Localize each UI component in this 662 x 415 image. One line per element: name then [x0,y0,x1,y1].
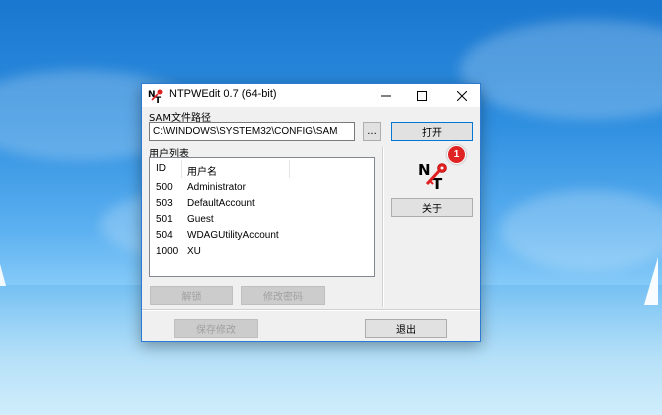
browse-button[interactable]: ... [363,122,381,141]
vertical-divider [382,147,384,307]
user-name: Administrator [187,182,246,193]
sailboat-image-left [0,264,6,286]
maximize-icon [417,90,427,101]
user-list[interactable]: ID 用户名 500 Administrator 503 DefaultAcco… [149,157,375,277]
table-row[interactable]: 503 DefaultAccount [150,197,374,213]
change-password-button[interactable]: 修改密码 [241,286,325,305]
user-list-header: ID 用户名 [150,158,374,180]
table-row[interactable]: 500 Administrator [150,181,374,197]
user-id: 504 [156,230,173,241]
user-name: Guest [187,214,214,225]
svg-text:N: N [418,161,431,179]
user-name: XU [187,246,201,257]
user-id: 501 [156,214,173,225]
column-header-username[interactable]: 用户名 [187,163,217,178]
minimize-button[interactable] [368,84,404,107]
table-row[interactable]: 504 WDAGUtilityAccount [150,229,374,245]
svg-text:T: T [155,96,162,104]
table-row[interactable]: 501 Guest [150,213,374,229]
sam-path-input[interactable]: C:\WINDOWS\SYSTEM32\CONFIG\SAM [149,122,355,141]
user-id: 1000 [156,246,179,257]
title-bar[interactable]: N T NTPWEdit 0.7 (64-bit) [142,84,480,107]
column-header-id[interactable]: ID [156,163,166,174]
table-row[interactable]: 1000 XU [150,245,374,261]
user-id: 500 [156,182,173,193]
save-changes-button[interactable]: 保存修改 [174,319,258,338]
exit-button[interactable]: 退出 [365,319,447,338]
ntpwedit-logo: N T [418,161,447,191]
horizontal-divider [142,309,480,311]
notification-badge: 1 [447,145,466,164]
close-icon [457,90,467,101]
user-id: 503 [156,198,173,209]
sailboat-image [644,257,658,305]
minimize-icon [381,95,391,96]
about-button[interactable]: 关于 [391,198,473,217]
window-title: NTPWEdit 0.7 (64-bit) [169,88,277,100]
unlock-button[interactable]: 解锁 [150,286,233,305]
close-button[interactable] [444,84,480,107]
maximize-button[interactable] [404,84,440,107]
user-name: WDAGUtilityAccount [187,230,279,241]
ntpwedit-window: N T NTPWEdit 0.7 (64-bit) SAM文件路径 C:\WIN… [141,83,481,342]
user-name: DefaultAccount [187,198,255,209]
open-button[interactable]: 打开 [391,122,473,141]
app-icon: N T [148,89,163,104]
